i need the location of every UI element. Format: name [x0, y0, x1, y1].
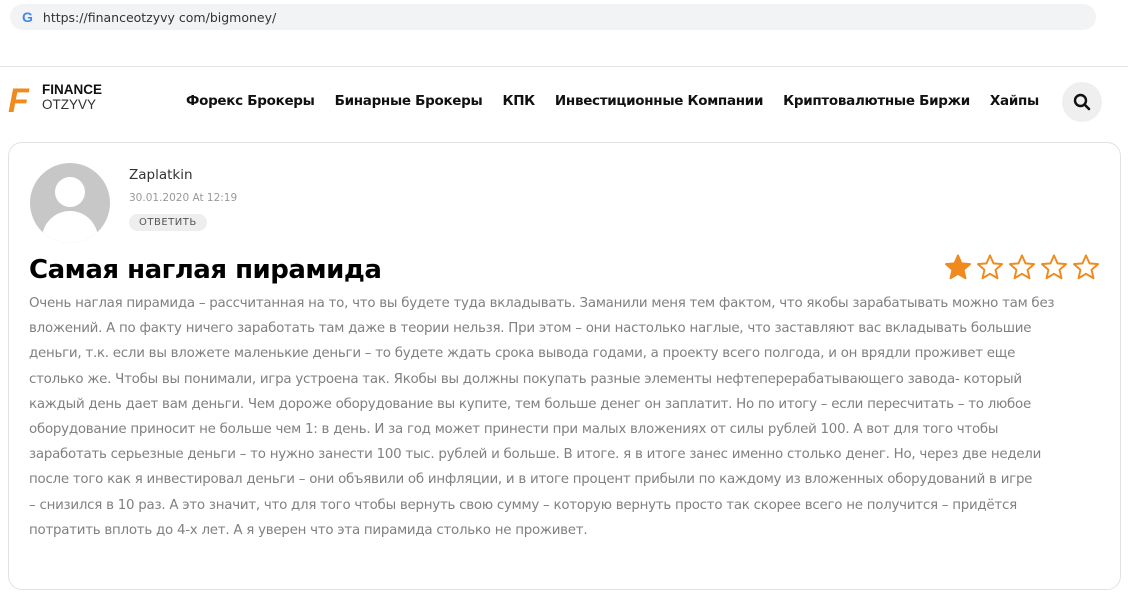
- star-empty-icon: [1072, 254, 1100, 280]
- star-empty-icon: [976, 254, 1004, 280]
- nav-forex-brokers[interactable]: Форекс Брокеры: [186, 93, 315, 109]
- search-icon: [1073, 93, 1091, 111]
- logo-text-otzyvy: OTZYVY: [42, 97, 97, 112]
- review-card: Zaplatkin 30.01.2020 At 12:19 ОТВЕТИТЬ С…: [8, 142, 1121, 590]
- review-text-line: потратить вплоть до 4-х лет. А я уверен …: [29, 522, 588, 538]
- review-date: 30.01.2020 At 12:19: [129, 192, 238, 204]
- logo-mark: F: [8, 82, 29, 120]
- review-text-line: после того как я инвестировал деньги – о…: [29, 472, 1033, 488]
- url-text[interactable]: https://financeotzyvy com/bigmoney/: [43, 10, 276, 25]
- logo-text-finance: FINANCE: [42, 82, 102, 97]
- divider: [0, 66, 1128, 67]
- nav-kpk[interactable]: КПК: [502, 93, 535, 109]
- star-filled-icon: [944, 254, 972, 280]
- nav-binary-brokers[interactable]: Бинарные Брокеры: [335, 93, 483, 109]
- main-nav: Форекс Брокеры Бинарные Брокеры КПК Инве…: [186, 93, 1039, 109]
- review-text-line: деньги, т.к. если вы вложете маленькие д…: [29, 346, 1016, 362]
- search-button[interactable]: [1062, 82, 1102, 122]
- site-logo[interactable]: F FINANCE OTZYVY: [6, 82, 116, 122]
- review-text: Очень наглая пирамида – рассчитанная на …: [29, 291, 1109, 543]
- google-icon: G: [22, 9, 33, 25]
- review-text-line: вложений. А по факту ничего заработать т…: [29, 321, 1032, 337]
- nav-crypto-exchanges[interactable]: Криптовалютные Биржи: [783, 93, 970, 109]
- review-text-line: заработать серьезные деньги – то нужно з…: [29, 447, 1042, 463]
- rating-stars: [943, 253, 1101, 282]
- star-empty-icon: [1040, 254, 1068, 280]
- nav-investment-companies[interactable]: Инвестиционные Компании: [555, 93, 764, 109]
- review-text-line: каждый день дает вам деньги. Чем дороже …: [29, 396, 1031, 412]
- review-title: Самая наглая пирамида: [29, 255, 382, 285]
- avatar: [30, 163, 110, 243]
- nav-hyips[interactable]: Хайпы: [990, 93, 1039, 109]
- star-empty-icon: [1008, 254, 1036, 280]
- address-bar[interactable]: G https://financeotzyvy com/bigmoney/: [10, 4, 1096, 30]
- author-name: Zaplatkin: [129, 167, 193, 183]
- review-text-line: оборудование приносит не больше чем 1: в…: [29, 422, 999, 438]
- review-text-line: Очень наглая пирамида – рассчитанная на …: [29, 296, 1055, 311]
- reply-button[interactable]: ОТВЕТИТЬ: [129, 214, 207, 231]
- review-text-line: столько же. Чтобы вы понимали, игра устр…: [29, 371, 1022, 387]
- review-text-line: – снизился в 10 раз. А это значит, что д…: [29, 497, 1017, 513]
